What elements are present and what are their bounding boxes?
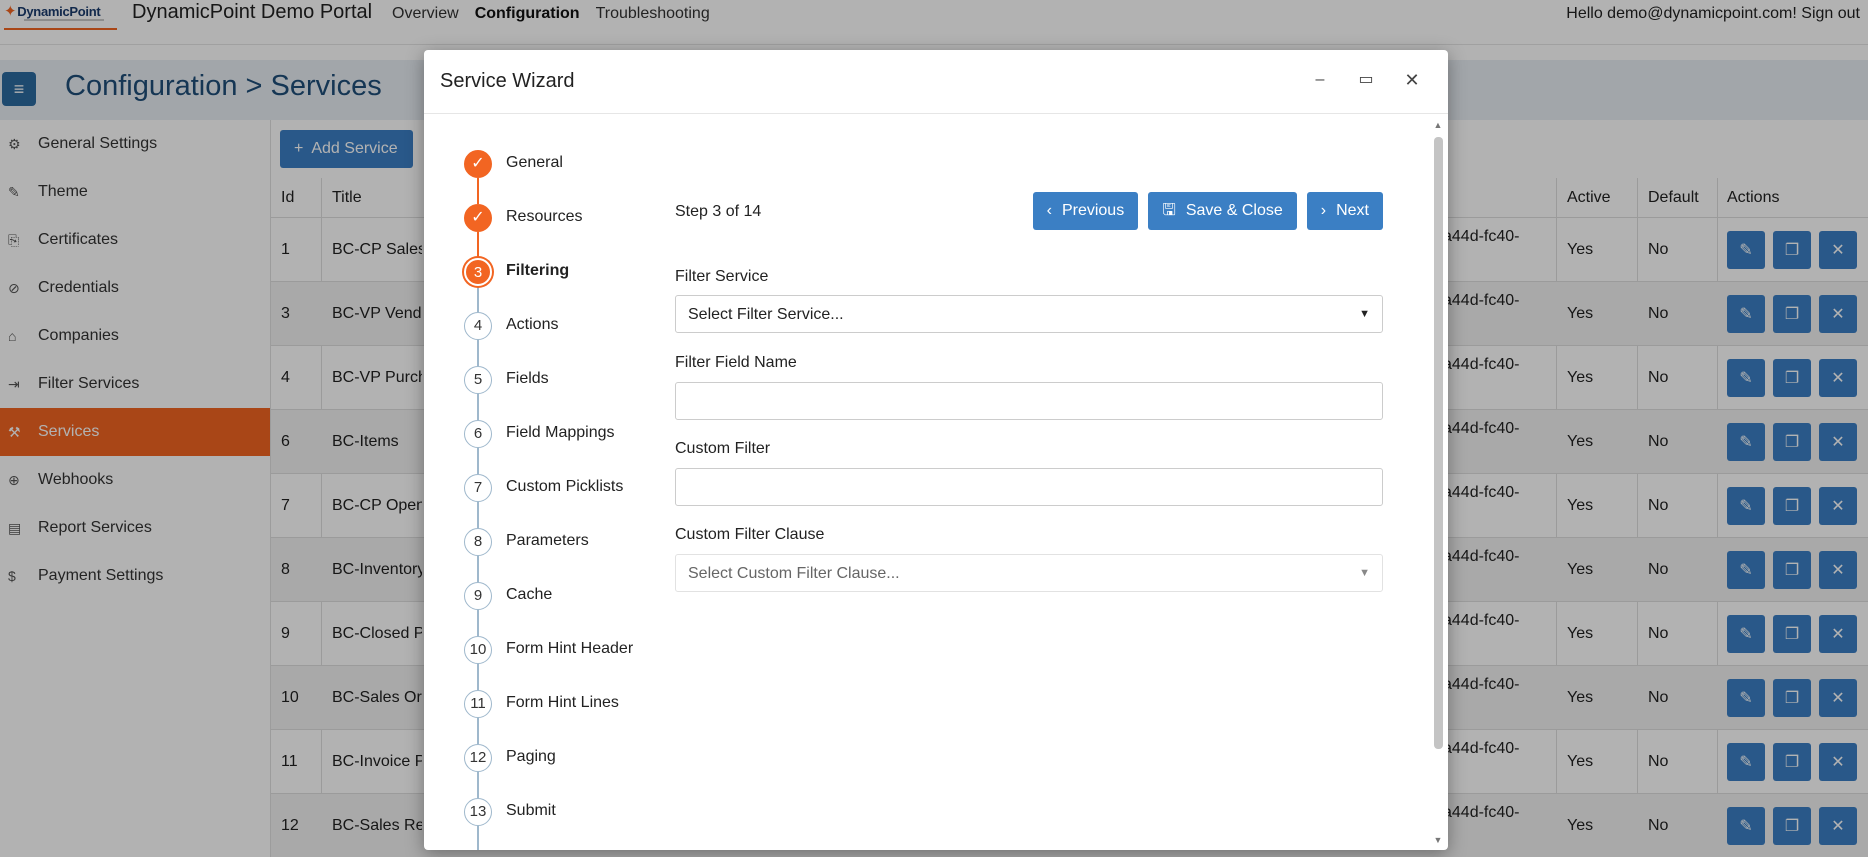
step-connector — [477, 826, 479, 850]
step-connector — [477, 610, 479, 636]
step-label: Custom Picklists — [506, 478, 624, 495]
check-icon: ✓ — [464, 204, 492, 232]
filter-service-label: Filter Service — [675, 268, 769, 285]
step-number: 4 — [464, 312, 492, 340]
wizard-steps: ✓ General ✓ Resources 3 Filtering 4 Actions 5 Fie… — [460, 150, 660, 850]
step-number: 5 — [464, 366, 492, 394]
modal-header: Service Wizard – ▭ ✕ — [424, 50, 1448, 114]
wizard-step-cache[interactable]: 9 Cache — [460, 582, 660, 636]
step-number: 6 — [464, 420, 492, 448]
step-connector — [477, 718, 479, 744]
step-number: 3 — [464, 258, 492, 286]
step-label: General — [506, 154, 563, 171]
custom-filter-label: Custom Filter — [675, 440, 771, 457]
step-connector — [477, 502, 479, 528]
step-number: 7 — [464, 474, 492, 502]
step-connector — [477, 178, 479, 204]
step-connector — [477, 556, 479, 582]
step-connector — [477, 664, 479, 690]
wizard-step-parameters[interactable]: 8 Parameters — [460, 528, 660, 582]
step-label: Paging — [506, 748, 556, 765]
step-connector — [477, 340, 479, 366]
floppy-disk-icon: 🖫 — [1162, 202, 1176, 219]
step-label: Form Hint Header — [506, 640, 634, 657]
wizard-step-fields[interactable]: 5 Fields — [460, 366, 660, 420]
wizard-step-resources[interactable]: ✓ Resources — [460, 204, 660, 258]
wizard-step-paging[interactable]: 12 Paging — [460, 744, 660, 798]
custom-filter-input[interactable] — [675, 468, 1383, 506]
filter-service-value: Select Filter Service... — [688, 306, 844, 323]
maximize-icon[interactable]: ▭ — [1356, 70, 1376, 90]
step-number: 8 — [464, 528, 492, 556]
step-connector — [477, 232, 479, 258]
check-icon: ✓ — [464, 150, 492, 178]
step-label: Form Hint Lines — [506, 694, 619, 711]
step-number: 9 — [464, 582, 492, 610]
wizard-step-general[interactable]: ✓ General — [460, 150, 660, 204]
step-connector — [477, 448, 479, 474]
custom-filter-clause-placeholder: Select Custom Filter Clause... — [688, 565, 900, 582]
filter-field-name-label: Filter Field Name — [675, 354, 797, 371]
chevron-left-icon: ‹ — [1046, 202, 1052, 219]
caret-down-icon: ▼ — [1359, 308, 1370, 320]
close-icon[interactable]: ✕ — [1402, 70, 1422, 90]
wizard-step-submit[interactable]: 13 Submit — [460, 798, 660, 850]
caret-down-icon: ▼ — [1359, 567, 1370, 579]
step-label: Actions — [506, 316, 559, 333]
step-number: 13 — [464, 798, 492, 826]
step-label: Filtering — [506, 262, 570, 279]
previous-button[interactable]: ‹ Previous — [1032, 192, 1139, 230]
wizard-step-filtering[interactable]: 3 Filtering — [460, 258, 660, 312]
service-wizard-modal: Service Wizard – ▭ ✕ ▲ ▼ ✓ General ✓ Resour… — [424, 50, 1448, 850]
chevron-right-icon: › — [1320, 202, 1327, 219]
step-indicator: Step 3 of 14 — [675, 203, 762, 220]
modal-title: Service Wizard — [440, 70, 575, 92]
wizard-step-actions[interactable]: 4 Actions — [460, 312, 660, 366]
step-label: Cache — [506, 586, 553, 603]
step-connector — [477, 394, 479, 420]
step-label: Field Mappings — [506, 424, 615, 441]
custom-filter-clause-label: Custom Filter Clause — [675, 526, 825, 543]
step-label: Parameters — [506, 532, 589, 549]
step-label: Resources — [506, 208, 583, 225]
modal-scrollbar[interactable]: ▲ ▼ — [1432, 120, 1444, 845]
minimize-icon[interactable]: – — [1310, 70, 1330, 90]
step-label: Submit — [506, 802, 556, 819]
step-label: Fields — [506, 370, 549, 387]
filter-service-select[interactable]: Select Filter Service... ▼ — [675, 295, 1383, 333]
step-number: 11 — [464, 690, 492, 718]
step-connector — [477, 286, 479, 312]
custom-filter-clause-select[interactable]: Select Custom Filter Clause... ▼ — [675, 554, 1383, 592]
filter-field-name-input[interactable] — [675, 382, 1383, 420]
wizard-step-field-mappings[interactable]: 6 Field Mappings — [460, 420, 660, 474]
step-connector — [477, 772, 479, 798]
save-close-button[interactable]: 🖫 Save & Close — [1148, 192, 1297, 230]
step-number: 12 — [464, 744, 492, 772]
wizard-step-form-hint-lines[interactable]: 11 Form Hint Lines — [460, 690, 660, 744]
step-number: 10 — [464, 636, 492, 664]
wizard-buttons: ‹ Previous 🖫 Save & Close › Next — [1032, 192, 1383, 230]
wizard-step-custom-picklists[interactable]: 7 Custom Picklists — [460, 474, 660, 528]
scrollbar-thumb[interactable] — [1434, 137, 1443, 749]
wizard-step-form-hint-header[interactable]: 10 Form Hint Header — [460, 636, 660, 690]
next-button[interactable]: › Next — [1306, 192, 1383, 230]
